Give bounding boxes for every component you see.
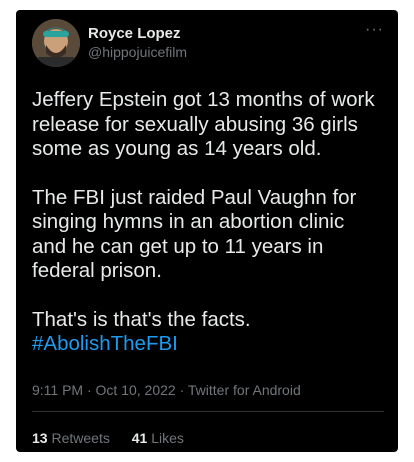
tweet-source[interactable]: Twitter for Android	[188, 382, 301, 398]
tweet-card: Royce Lopez @hippojuicefilm ··· Jeffery …	[16, 10, 398, 452]
tweet-paragraph-2: The FBI just raided Paul Vaughn for sing…	[32, 185, 357, 283]
hashtag-link[interactable]: #AbolishTheFBI	[32, 332, 178, 355]
more-dots-icon[interactable]: ···	[365, 21, 384, 39]
avatar[interactable]	[32, 19, 80, 67]
likes-count: 41	[131, 430, 148, 446]
avatar-image	[32, 19, 80, 67]
tweet-timestamp[interactable]: 9:11 PM · Oct 10, 2022 ·	[32, 382, 188, 398]
tweet-paragraph-3-text: That's is that's the facts.	[32, 307, 251, 331]
likes-label: Likes	[151, 430, 184, 446]
tweet-paragraph-1: Jeffery Epstein got 13 months of work re…	[32, 88, 375, 160]
tweet-meta: 9:11 PM · Oct 10, 2022 · Twitter for And…	[32, 382, 301, 398]
divider	[32, 411, 384, 412]
retweets-stat[interactable]: 13 Retweets	[32, 430, 110, 446]
retweets-label: Retweets	[51, 430, 110, 446]
retweets-count: 13	[32, 430, 48, 446]
author-info: Royce Lopez @hippojuicefilm	[88, 25, 187, 61]
author-handle[interactable]: @hippojuicefilm	[88, 43, 187, 61]
tweet-stats: 13 Retweets 41 Likes	[32, 430, 202, 446]
author-display-name[interactable]: Royce Lopez	[88, 25, 187, 43]
likes-stat[interactable]: 41 Likes	[132, 430, 184, 446]
tweet-paragraph-3: That's is that's the facts. #AbolishTheFB…	[32, 308, 384, 357]
tweet-body: Jeffery Epstein got 13 months of work re…	[32, 88, 384, 357]
tweet-header: Royce Lopez @hippojuicefilm ···	[32, 19, 384, 69]
